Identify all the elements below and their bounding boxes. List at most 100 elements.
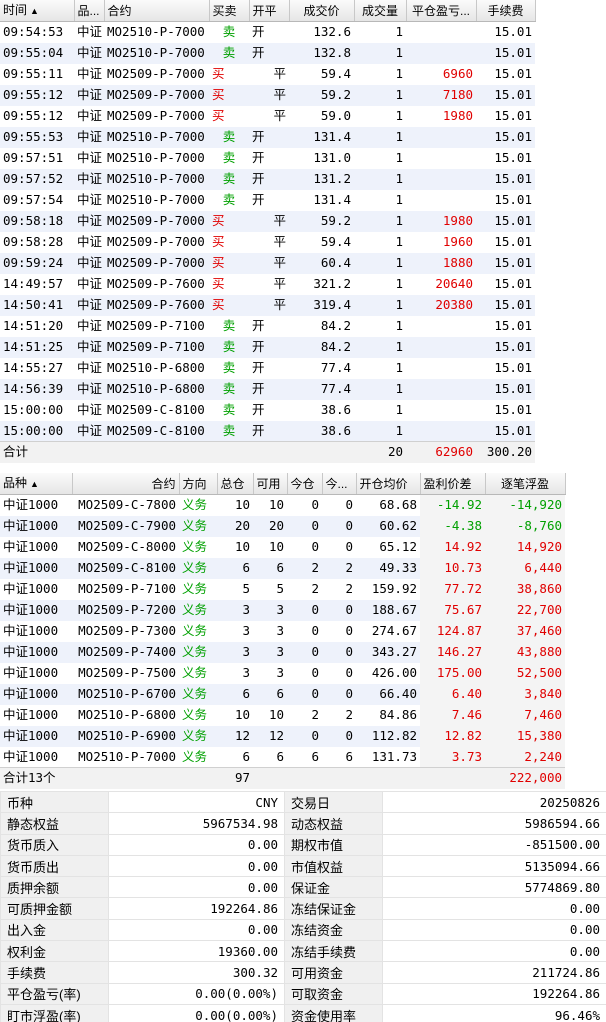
trade-row[interactable]: 09:55:53 中证 MO2510-P-7000 卖开 131.4 1 15.01 xyxy=(0,126,535,148)
position-total: 3 xyxy=(217,620,253,642)
trade-fee: 15.01 xyxy=(476,357,535,379)
trades-col-fee[interactable]: 手续费 xyxy=(476,0,536,22)
trade-contract: MO2509-C-8100 xyxy=(104,420,209,442)
positions-col-spread[interactable]: 盈利价差 xyxy=(420,473,486,495)
positions-col-variety[interactable]: 品种 ▲ xyxy=(0,473,73,495)
position-profit-spread: 75.67 xyxy=(420,599,485,621)
position-row[interactable]: 中证1000 MO2509-C-7800 义务 10 10 0 0 68.68 -14.92 -1… xyxy=(0,494,565,516)
trade-qty: 1 xyxy=(354,147,406,169)
positions-col-total[interactable]: 总仓 xyxy=(217,473,254,495)
position-direction: 义务 xyxy=(179,578,217,600)
trade-open-close: 平 xyxy=(249,63,289,85)
trade-row[interactable]: 09:55:12 中证 MO2509-P-7000 买平 59.2 1 7180 15.01 xyxy=(0,84,535,106)
trade-row[interactable]: 09:59:24 中证 MO2509-P-7000 买平 60.4 1 1880 15.01 xyxy=(0,252,535,274)
account-label: 动态权益 xyxy=(284,812,383,835)
trade-row[interactable]: 15:00:00 中证 MO2509-C-8100 卖开 38.6 1 15.01 xyxy=(0,399,535,421)
account-label: 可用资金 xyxy=(284,961,383,984)
trade-row[interactable]: 09:55:04 中证 MO2510-P-7000 卖开 132.8 1 15.01 xyxy=(0,42,535,64)
trade-fee: 15.01 xyxy=(476,231,535,253)
trades-col-variety[interactable]: 品... xyxy=(74,0,105,22)
trade-price: 131.4 xyxy=(289,126,354,148)
trade-contract: MO2509-P-7100 xyxy=(104,315,209,337)
trade-row[interactable]: 09:58:18 中证 MO2509-P-7000 买平 59.2 1 1980 15.01 xyxy=(0,210,535,232)
trade-close-pnl xyxy=(406,336,476,358)
positions-col-avg-price[interactable]: 开仓均价 xyxy=(356,473,421,495)
trade-side: 卖 xyxy=(209,147,249,169)
trade-qty: 1 xyxy=(354,315,406,337)
positions-col-available[interactable]: 可用 xyxy=(253,473,288,495)
position-row[interactable]: 中证1000 MO2509-C-7900 义务 20 20 0 0 60.62 -4.38 -8,… xyxy=(0,515,565,537)
position-row[interactable]: 中证1000 MO2509-C-8100 义务 6 6 2 2 49.33 10.73 6,440 xyxy=(0,557,565,579)
positions-col-today[interactable]: 今仓 xyxy=(287,473,323,495)
position-avg-price: 426.00 xyxy=(356,662,420,684)
position-variety: 中证1000 xyxy=(0,746,72,768)
trade-row[interactable]: 14:56:39 中证 MO2510-P-6800 卖开 77.4 1 15.01 xyxy=(0,378,535,400)
trades-col-close-pnl[interactable]: 平仓盈亏... xyxy=(406,0,477,22)
position-row[interactable]: 中证1000 MO2509-P-7300 义务 3 3 0 0 274.67 124.87 37,… xyxy=(0,620,565,642)
positions-col-contract[interactable]: 合约 xyxy=(72,473,180,495)
trade-price: 131.0 xyxy=(289,147,354,169)
trade-qty: 1 xyxy=(354,126,406,148)
trade-close-pnl xyxy=(406,21,476,43)
account-value: 0.00(0.00%) xyxy=(108,1003,285,1022)
trade-row[interactable]: 15:00:00 中证 MO2509-C-8100 卖开 38.6 1 15.01 xyxy=(0,420,535,442)
trade-side: 买 xyxy=(209,273,249,295)
position-avg-price: 188.67 xyxy=(356,599,420,621)
trade-row[interactable]: 09:57:54 中证 MO2510-P-7000 卖开 131.4 1 15.01 xyxy=(0,189,535,211)
positions-col-today-avail[interactable]: 今... xyxy=(322,473,357,495)
position-row[interactable]: 中证1000 MO2509-P-7500 义务 3 3 0 0 426.00 175.00 52,… xyxy=(0,662,565,684)
trades-total-label: 合计 xyxy=(0,441,74,463)
trade-row[interactable]: 14:49:57 中证 MO2509-P-7600 买平 321.2 1 20640 15.0… xyxy=(0,273,535,295)
trades-col-qty[interactable]: 成交量 xyxy=(354,0,407,22)
positions-col-float-pnl[interactable]: 逐笔浮盈 xyxy=(485,473,566,495)
position-row[interactable]: 中证1000 MO2510-P-6700 义务 6 6 0 0 66.40 6.40 3,840 xyxy=(0,683,565,705)
trade-row[interactable]: 14:50:41 中证 MO2509-P-7600 买平 319.4 1 20380 15.0… xyxy=(0,294,535,316)
position-total: 20 xyxy=(217,515,253,537)
position-today-available: 0 xyxy=(322,515,356,537)
position-row[interactable]: 中证1000 MO2509-C-8000 义务 10 10 0 0 65.12 14.92 14,… xyxy=(0,536,565,558)
positions-col-direction[interactable]: 方向 xyxy=(179,473,218,495)
trades-col-side[interactable]: 买卖 xyxy=(209,0,250,22)
trades-col-contract[interactable]: 合约 xyxy=(104,0,210,22)
trade-fee: 15.01 xyxy=(476,294,535,316)
trade-row[interactable]: 14:55:27 中证 MO2510-P-6800 卖开 77.4 1 15.01 xyxy=(0,357,535,379)
trade-row[interactable]: 09:55:11 中证 MO2509-P-7000 买平 59.4 1 6960 15.01 xyxy=(0,63,535,85)
trade-time: 14:51:20 xyxy=(0,315,74,337)
position-variety: 中证1000 xyxy=(0,536,72,558)
trade-side: 卖 xyxy=(209,336,249,358)
trade-row[interactable]: 09:57:52 中证 MO2510-P-7000 卖开 131.2 1 15.01 xyxy=(0,168,535,190)
position-float-pnl: 37,460 xyxy=(485,620,565,642)
position-today-available: 0 xyxy=(322,620,356,642)
trade-row[interactable]: 09:58:28 中证 MO2509-P-7000 买平 59.4 1 1960 15.01 xyxy=(0,231,535,253)
trade-side: 卖 xyxy=(209,399,249,421)
trades-col-price[interactable]: 成交价 xyxy=(289,0,355,22)
position-row[interactable]: 中证1000 MO2510-P-6800 义务 10 10 2 2 84.86 7.46 7,46… xyxy=(0,704,565,726)
trade-contract: MO2509-P-7000 xyxy=(104,231,209,253)
trades-total-qty: 20 xyxy=(354,441,406,463)
trade-row[interactable]: 09:54:53 中证 MO2510-P-7000 卖开 132.6 1 15.01 xyxy=(0,21,535,43)
trade-side: 卖 xyxy=(209,189,249,211)
sort-ascending-icon: ▲ xyxy=(30,6,39,16)
trade-close-pnl xyxy=(406,147,476,169)
position-row[interactable]: 中证1000 MO2509-P-7400 义务 3 3 0 0 343.27 146.27 43,… xyxy=(0,641,565,663)
position-today-available: 6 xyxy=(322,746,356,768)
trade-row[interactable]: 09:57:51 中证 MO2510-P-7000 卖开 131.0 1 15.01 xyxy=(0,147,535,169)
trade-row[interactable]: 14:51:20 中证 MO2509-P-7100 卖开 84.2 1 15.01 xyxy=(0,315,535,337)
position-row[interactable]: 中证1000 MO2509-P-7100 义务 5 5 2 2 159.92 77.72 38,8… xyxy=(0,578,565,600)
position-today: 0 xyxy=(287,641,322,663)
position-float-pnl: 43,880 xyxy=(485,641,565,663)
account-value: 0.00 xyxy=(108,918,285,942)
trade-row[interactable]: 09:55:12 中证 MO2509-P-7000 买平 59.0 1 1980 15.01 xyxy=(0,105,535,127)
position-row[interactable]: 中证1000 MO2510-P-7000 义务 6 6 6 6 131.73 3.73 2,240 xyxy=(0,746,565,768)
position-available: 6 xyxy=(253,746,287,768)
position-direction: 义务 xyxy=(179,599,217,621)
account-label: 可质押金额 xyxy=(0,897,109,920)
trade-qty: 1 xyxy=(354,63,406,85)
trades-col-open-close[interactable]: 开平 xyxy=(249,0,290,22)
position-row[interactable]: 中证1000 MO2510-P-6900 义务 12 12 0 0 112.82 12.82 15… xyxy=(0,725,565,747)
trade-row[interactable]: 14:51:25 中证 MO2509-P-7100 卖开 84.2 1 15.01 xyxy=(0,336,535,358)
position-row[interactable]: 中证1000 MO2509-P-7200 义务 3 3 0 0 188.67 75.67 22,7… xyxy=(0,599,565,621)
account-label: 保证金 xyxy=(284,876,383,899)
trades-col-time[interactable]: 时间 ▲ xyxy=(0,0,75,22)
trade-fee: 15.01 xyxy=(476,315,535,337)
